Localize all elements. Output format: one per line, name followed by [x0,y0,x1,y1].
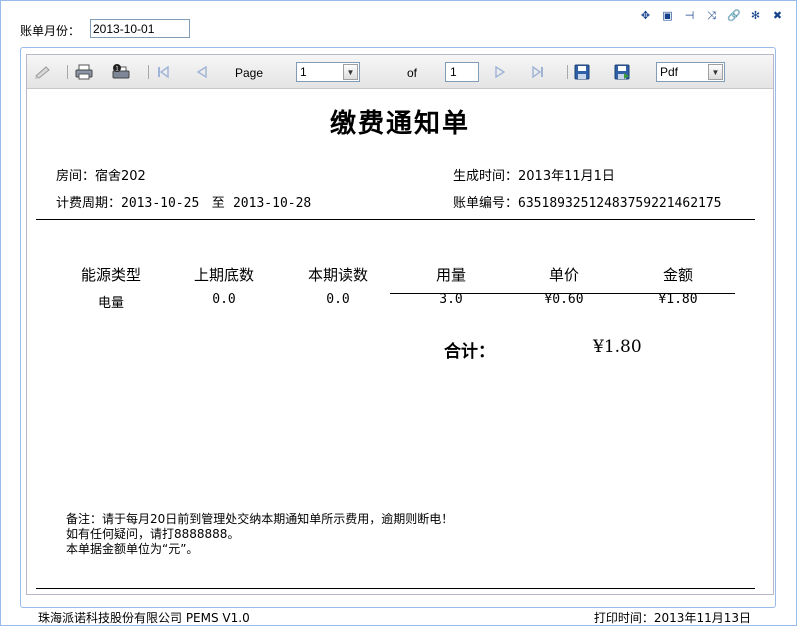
toolbar-separator [567,65,568,79]
edit-icon[interactable] [34,64,52,80]
footer-rule [36,588,755,589]
restore-icon[interactable]: ▣ [661,9,674,22]
next-page-icon[interactable] [491,64,509,80]
notes: 备注：请于每月20日前到管理处交纳本期通知单所示费用，逾期则断电！ 如有任何疑问… [66,512,453,557]
row-usage: 3.0 [439,292,463,307]
generated-info: 生成时间：2013年11月1日 [453,165,615,184]
print-time: 打印时间：2013年11月13日 [593,611,751,625]
report-viewer: 1 Page 1 ▼ of 1 Pdf ▼ 缴费通知单 房间：宿舍202 生成时… [26,54,774,625]
period-label: 计费周期： [56,196,122,211]
page-select-value: 1 [300,65,307,79]
bill-number-info: 账单编号：63518932512483759221462175 [453,192,722,211]
total-pages-field[interactable]: 1 [445,62,479,82]
page-select[interactable]: 1 ▼ [296,62,360,82]
pin-icon[interactable]: ⊣ [683,9,696,22]
row-unit-price: ¥0.60 [544,292,584,307]
chevron-down-icon: ▼ [708,64,723,80]
col-energy-type: 能源类型 [80,266,141,284]
first-page-icon[interactable] [154,64,172,80]
col-amount: 金额 [662,266,693,284]
window-tools: ✥ ▣ ⊣ ⤨ 🔗 ✻ ✖ [639,9,784,22]
total-value: ¥1.80 [593,337,642,357]
report-toolbar: 1 Page 1 ▼ of 1 Pdf ▼ [27,55,773,89]
bill-no-label: 账单编号： [453,196,519,211]
month-input[interactable] [90,19,190,38]
company-name: 珠海派诺科技股份有限公司 PEMS V1.0 [38,611,250,625]
bill-no-value: 63518932512483759221462175 [518,196,722,211]
bill-window: 账单月份： ✥ ▣ ⊣ ⤨ 🔗 ✻ ✖ [0,0,797,626]
report-panel: 1 Page 1 ▼ of 1 Pdf ▼ 缴费通知单 房间：宿舍202 生成时… [20,47,776,625]
row-energy-type: 电量 [97,296,124,311]
export-format-select[interactable]: Pdf ▼ [656,62,725,82]
room-label: 房间： [56,169,96,184]
row-curr-reading: 0.0 [326,292,350,307]
save-icon[interactable] [573,64,591,80]
total-rule [390,293,735,294]
period-end: 2013-10-28 [232,196,312,211]
col-prev-reading: 上期底数 [193,266,254,284]
room-info: 房间：宿舍202 [56,165,146,184]
print-setup-icon[interactable]: 1 [112,64,130,80]
note-line: 如有任何疑问，请打8888888。 [66,527,240,541]
room-value: 宿舍202 [95,169,146,184]
note-line: 本单据金额单位为“元”。 [66,542,199,556]
period-start: 2013-10-25 [121,196,200,211]
note-line: 备注：请于每月20日前到管理处交纳本期通知单所示费用，逾期则断电！ [66,512,454,526]
toolbar-separator [148,65,149,79]
toolbar-separator [67,65,68,79]
page-label: Page [235,66,264,80]
export-format-value: Pdf [660,65,679,79]
row-amount: ¥1.80 [658,292,698,307]
link-icon[interactable]: 🔗 [727,9,741,22]
prev-page-icon[interactable] [193,64,211,80]
last-page-icon[interactable] [529,64,547,80]
export-icon[interactable] [613,64,631,80]
report-document: 缴费通知单 房间：宿舍202 生成时间：2013年11月1日 计费周期：2013… [27,89,773,625]
of-label: of [407,66,418,80]
col-usage: 用量 [435,266,466,284]
col-unit-price: 单价 [548,266,579,284]
move-icon[interactable]: ✥ [639,9,652,22]
month-label: 账单月份： [20,24,81,38]
row-prev-reading: 0.0 [212,292,236,307]
close-icon[interactable]: ✖ [771,9,784,22]
period-info: 计费周期：2013-10-25 至 2013-10-28 [56,192,311,211]
report-title: 缴费通知单 [329,109,470,139]
chevron-down-icon: ▼ [343,64,358,80]
header-rule [36,219,755,220]
total-label: 合计： [444,342,495,362]
period-to: 至 [211,196,225,211]
generated-label: 生成时间： [453,169,519,184]
shuffle-icon[interactable]: ⤨ [705,9,718,22]
gear-icon[interactable]: ✻ [749,9,762,22]
col-curr-reading: 本期读数 [307,266,368,284]
generated-value: 2013年11月1日 [518,169,615,184]
print-icon[interactable] [75,64,93,80]
